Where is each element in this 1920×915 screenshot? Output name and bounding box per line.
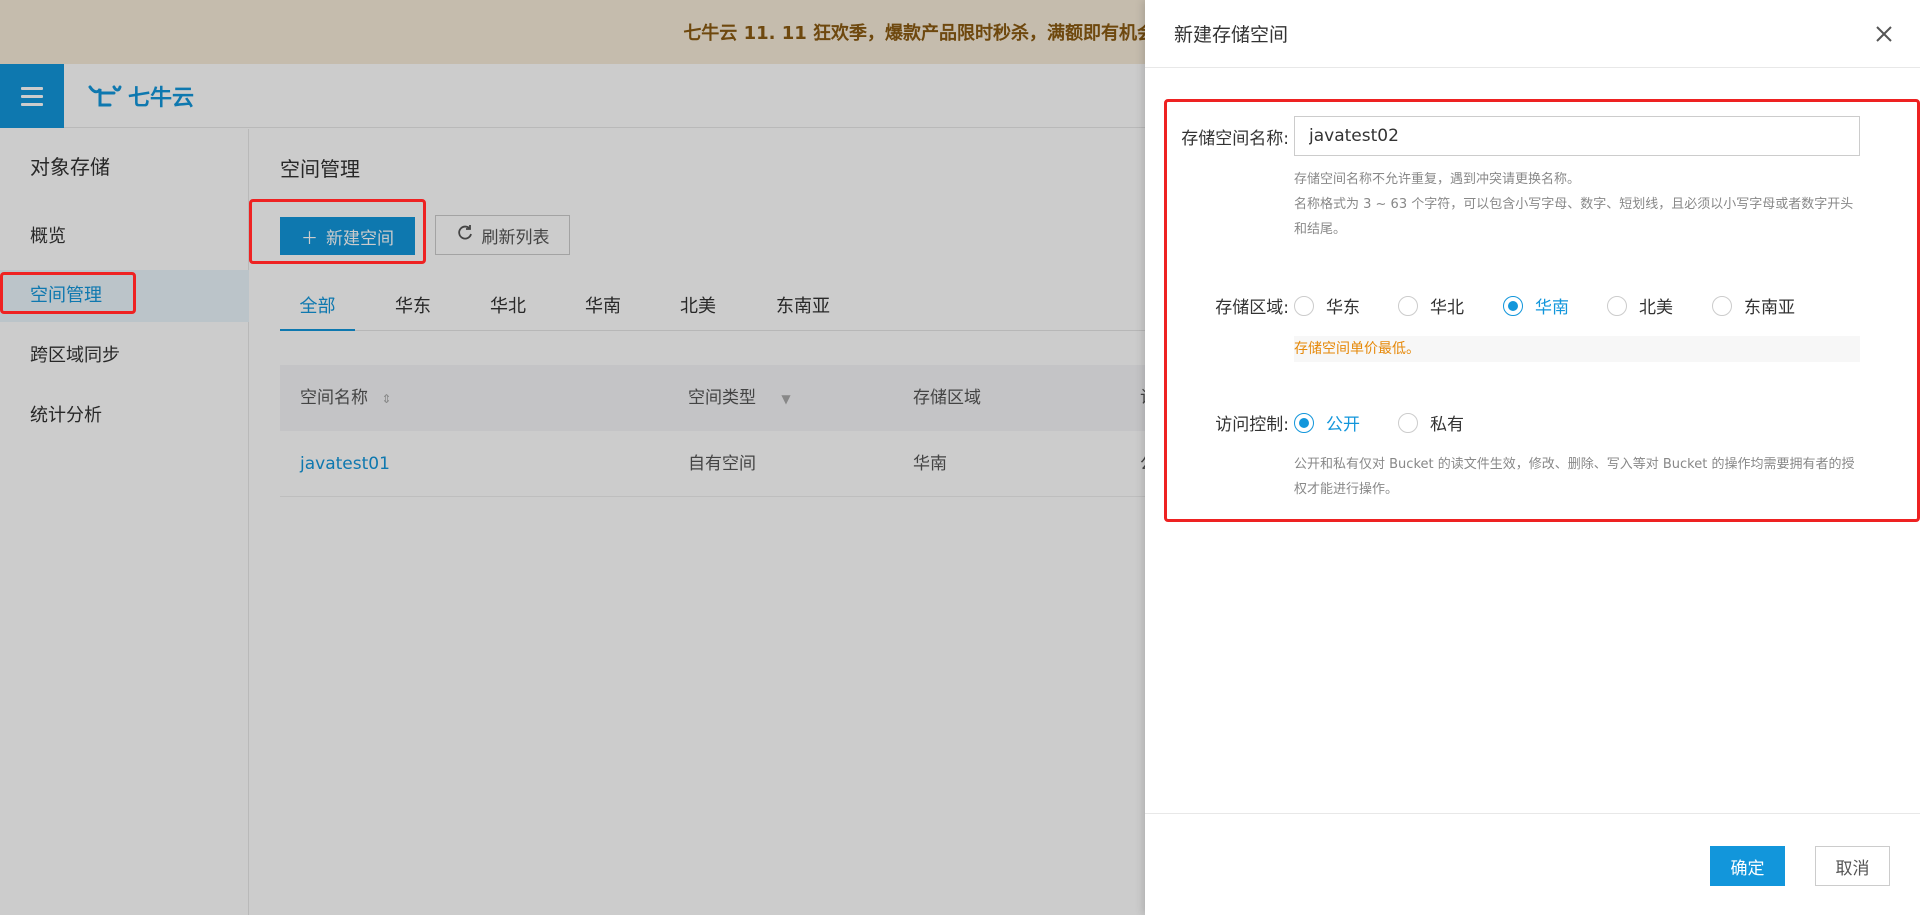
highlight-box-form bbox=[1164, 99, 1920, 522]
drawer-header: 新建存储空间 bbox=[1145, 0, 1920, 68]
close-icon bbox=[1876, 26, 1892, 42]
highlight-box-new-button bbox=[249, 199, 426, 264]
drawer-footer: 确定 取消 bbox=[1145, 813, 1920, 915]
highlight-box-sidebar bbox=[0, 272, 136, 314]
drawer-title: 新建存储空间 bbox=[1174, 24, 1289, 46]
cancel-button[interactable]: 取消 bbox=[1815, 846, 1890, 886]
new-bucket-drawer: 新建存储空间 存储空间名称: 存储空间名称不允许重复，遇到冲突请更换名称。 名称… bbox=[1145, 0, 1920, 915]
confirm-button[interactable]: 确定 bbox=[1710, 846, 1785, 886]
close-button[interactable] bbox=[1872, 22, 1896, 46]
